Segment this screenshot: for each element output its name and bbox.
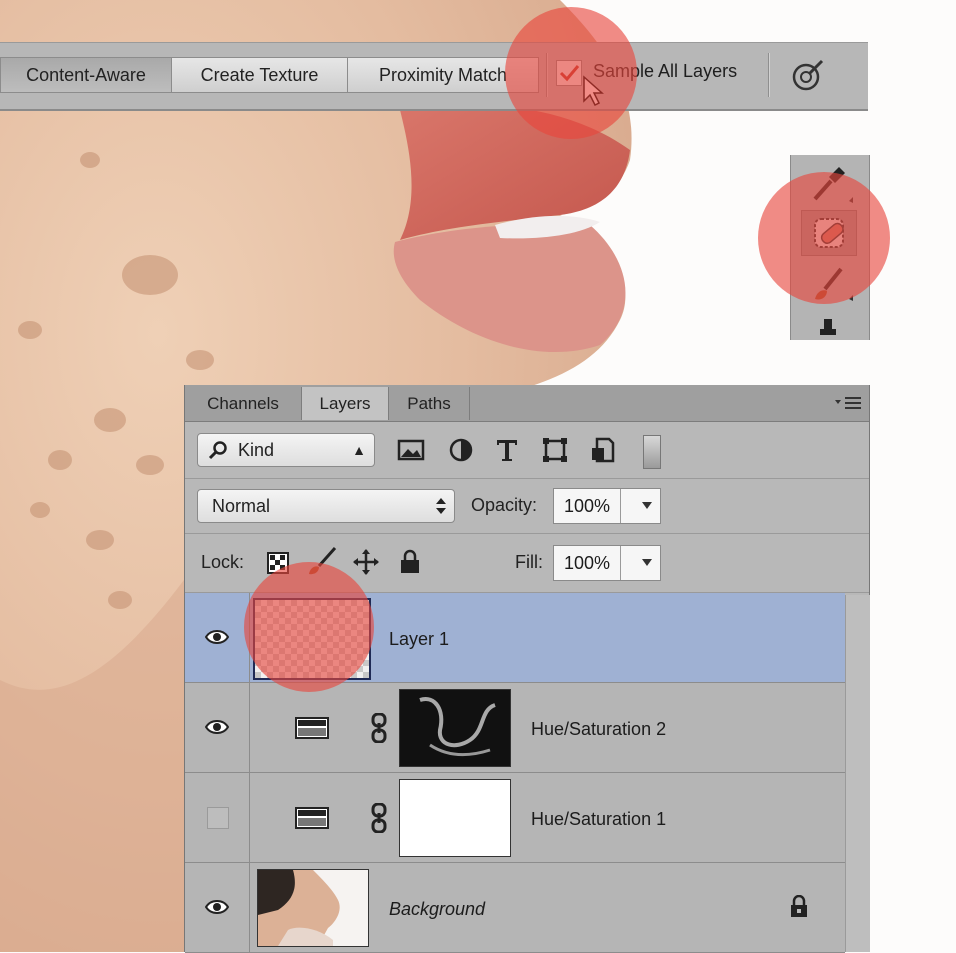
fill-field[interactable]: 100% — [553, 545, 661, 581]
clone-stamp-tool[interactable] — [801, 311, 855, 337]
opacity-label: Opacity: — [471, 495, 538, 515]
tab-layers[interactable]: Layers — [302, 387, 389, 420]
layer-thumbnail-transparent — [253, 598, 371, 680]
adjustment-layer-icon — [295, 717, 329, 739]
brush-pressure-icon[interactable] — [790, 57, 826, 93]
chain-link-icon[interactable] — [371, 803, 387, 833]
tools-panel — [790, 155, 870, 340]
lock-image-pixels-icon[interactable] — [305, 546, 337, 576]
layer-row[interactable]: Hue/Saturation 1 — [185, 773, 845, 863]
opacity-field[interactable]: 100% — [553, 488, 661, 524]
smart-object-filter-icon[interactable] — [589, 436, 617, 464]
eyedropper-icon — [813, 167, 853, 203]
layer-name: Hue/Saturation 2 — [531, 719, 667, 739]
lock-icon — [791, 895, 807, 917]
brush-icon — [815, 267, 853, 301]
layer-row[interactable]: Layer 1 — [185, 593, 845, 683]
eye-icon — [205, 900, 229, 914]
bandage-icon — [814, 218, 844, 248]
chevron-down-icon[interactable] — [642, 559, 652, 566]
blend-mode-value: Normal — [212, 496, 271, 516]
updown-arrows-icon — [436, 498, 446, 514]
type-layer-filter-icon[interactable] — [493, 436, 521, 464]
fill-value: 100% — [554, 546, 621, 580]
divider — [768, 53, 770, 97]
chain-link-icon[interactable] — [371, 713, 387, 743]
create-texture-button[interactable]: Create Texture — [171, 57, 348, 93]
filter-kind-value: Kind — [238, 440, 275, 460]
layer-mask-thumbnail — [399, 779, 511, 857]
visibility-toggle[interactable] — [185, 773, 250, 862]
eyedropper-tool[interactable] — [801, 161, 855, 205]
sample-all-layers-checkbox[interactable] — [556, 60, 582, 86]
sample-all-layers-label: Sample All Layers — [593, 61, 738, 81]
mouse-cursor-icon — [583, 75, 604, 107]
layer-name: Hue/Saturation 1 — [531, 809, 667, 829]
blend-row: Normal Opacity: 100% — [185, 479, 869, 534]
lock-row: Lock: Fill: 100% — [185, 534, 869, 593]
lock-transparent-pixels-icon[interactable] — [267, 552, 289, 574]
filter-row: Kind ▲︎ — [185, 422, 869, 479]
shape-layer-filter-icon[interactable] — [541, 436, 569, 464]
visibility-toggle[interactable] — [185, 863, 250, 952]
blend-mode-select[interactable]: Normal — [197, 489, 455, 523]
spot-healing-brush-tool[interactable] — [801, 210, 857, 256]
fill-label: Fill: — [515, 552, 543, 572]
stamp-icon — [820, 319, 836, 335]
opacity-value: 100% — [554, 489, 621, 523]
layer-name: Layer 1 — [389, 629, 450, 649]
layer-mask-thumbnail — [399, 689, 511, 767]
visibility-toggle[interactable] — [185, 593, 250, 682]
adjustment-layer-icon — [295, 807, 329, 829]
panel-tab-bar: Channels Layers Paths — [185, 385, 869, 422]
layers-panel: Channels Layers Paths Kind ▲︎ Normal Opa… — [184, 385, 870, 953]
layer-row[interactable]: Hue/Saturation 2 — [185, 683, 845, 773]
filter-kind-select[interactable]: Kind ▲︎ — [197, 433, 375, 467]
lock-label: Lock: — [201, 552, 245, 572]
brush-tool[interactable] — [801, 263, 855, 307]
divider — [546, 53, 548, 97]
layer-row[interactable]: Background — [185, 863, 845, 953]
eye-icon — [205, 720, 229, 734]
updown-arrows-icon: ▲︎ — [352, 442, 366, 458]
layer-name: Background — [389, 899, 486, 919]
lock-position-icon[interactable] — [353, 549, 379, 575]
search-icon — [208, 441, 227, 460]
check-icon — [559, 65, 580, 82]
chevron-down-icon[interactable] — [642, 502, 652, 509]
background-thumbnail — [257, 869, 369, 947]
options-bar: Content-Aware Create Texture Proximity M… — [0, 42, 868, 111]
filter-toggle-switch[interactable] — [643, 435, 661, 469]
tab-channels[interactable]: Channels — [185, 387, 302, 420]
proximity-match-button[interactable]: Proximity Match — [347, 57, 539, 93]
lock-all-icon[interactable] — [399, 549, 421, 575]
visibility-toggle[interactable] — [185, 683, 250, 772]
content-aware-button[interactable]: Content-Aware — [0, 57, 172, 93]
adjustment-layer-filter-icon[interactable] — [447, 436, 475, 464]
pixel-layer-filter-icon[interactable] — [397, 436, 425, 464]
eye-icon — [205, 630, 229, 644]
panel-menu-icon[interactable] — [833, 394, 863, 412]
hidden-visibility-box — [207, 807, 229, 829]
layers-scrollbar[interactable] — [845, 595, 870, 952]
tab-paths[interactable]: Paths — [389, 387, 470, 420]
